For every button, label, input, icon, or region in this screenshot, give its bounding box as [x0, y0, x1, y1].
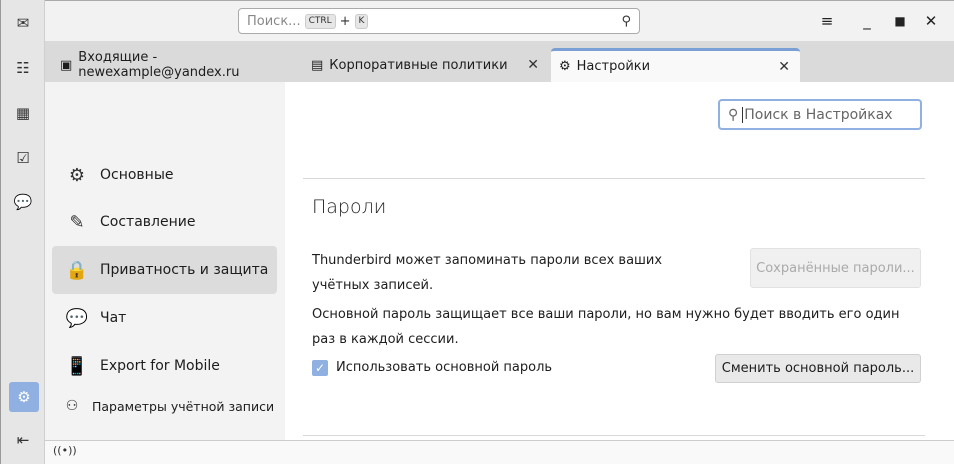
nav-item-compose[interactable]: ✎ Составление	[52, 198, 277, 246]
online-status-icon[interactable]: ((•))	[53, 444, 77, 457]
close-window-button[interactable]: ✕	[921, 12, 941, 30]
change-primary-password-button[interactable]: Сменить основной пароль...	[715, 354, 921, 383]
document-icon: ▤	[311, 57, 324, 73]
tab-label: Входящие - newexample@yandex.ru	[78, 50, 240, 80]
use-primary-password-checkbox[interactable]: ✓	[312, 360, 328, 376]
settings-search-placeholder: Поиск в Настройках	[742, 106, 893, 123]
nav-item-account-settings[interactable]: ⚇ Параметры учётной записи	[52, 384, 277, 428]
kbd-ctrl: CTRL	[304, 13, 336, 29]
gear-icon: ⚙	[559, 59, 571, 74]
spaces-toolbar: ✉ ☷ ▦ ☑ 💬 ⚙ ⇤	[0, 0, 45, 464]
mobile-export-icon: 📱	[65, 355, 89, 377]
pencil-icon: ✎	[69, 211, 85, 233]
divider	[303, 178, 925, 179]
gear-icon: ⚙	[68, 164, 86, 186]
tasks-icon[interactable]: ☑	[12, 147, 34, 169]
close-tab-icon[interactable]: ✕	[778, 59, 790, 75]
chat-icon: 💬	[65, 307, 89, 329]
account-icon: ⚇	[65, 398, 79, 414]
nav-label: Приватность и защита	[100, 262, 269, 278]
use-primary-password-label[interactable]: Использовать основной пароль	[336, 360, 552, 375]
settings-search-input[interactable]: ⚲ Поиск в Настройках	[718, 99, 922, 130]
saved-passwords-button[interactable]: Сохранённые пароли...	[750, 248, 921, 288]
menu-icon[interactable]: ≡	[817, 12, 837, 30]
mail-icon[interactable]: ✉	[12, 12, 34, 34]
minimize-button[interactable]: _	[857, 12, 877, 30]
nav-label: Основные	[100, 167, 174, 183]
chat-icon[interactable]: 💬	[12, 191, 34, 213]
tab-label: Настройки	[576, 59, 651, 74]
primary-password-description: Основной пароль защищает все ваши пароли…	[312, 307, 900, 347]
inbox-icon: ▣	[60, 57, 73, 73]
nav-label: Параметры учётной записи	[92, 398, 275, 414]
divider	[303, 435, 925, 436]
close-tab-icon[interactable]: ✕	[527, 57, 539, 73]
nav-label: Export for Mobile	[100, 358, 220, 374]
global-search-input[interactable]: Поиск... CTRL + K ⚲	[238, 8, 640, 34]
search-placeholder: Поиск...	[247, 13, 301, 29]
lock-icon: 🔒	[65, 259, 89, 281]
kbd-k: K	[354, 13, 369, 29]
maximize-button[interactable]: ■	[890, 14, 910, 28]
tab-label: Корпоративные политики	[329, 57, 508, 73]
nav-item-chat[interactable]: 💬 Чат	[52, 294, 277, 342]
passwords-description: Thunderbird может запоминать пароли всех…	[312, 253, 663, 293]
nav-item-general[interactable]: ⚙ Основные	[52, 151, 277, 199]
collapse-icon[interactable]: ⇤	[12, 429, 34, 451]
section-title: Пароли	[312, 196, 387, 218]
tab-policies[interactable]: ▤ Корпоративные политики ✕	[303, 48, 549, 82]
tab-settings[interactable]: ⚙ Настройки ✕	[551, 48, 800, 82]
address-book-icon[interactable]: ☷	[12, 57, 34, 79]
search-icon: ⚲	[728, 106, 739, 123]
kbd-plus: +	[339, 13, 351, 29]
nav-label: Чат	[100, 310, 127, 326]
search-icon: ⚲	[621, 13, 631, 29]
calendar-icon[interactable]: ▦	[12, 102, 34, 124]
settings-nav: ⚙ Основные ✎ Составление 🔒 Приватность и за…	[45, 82, 285, 440]
nav-item-privacy[interactable]: 🔒 Приватность и защита	[52, 246, 277, 294]
nav-label: Составление	[100, 214, 196, 230]
tab-inbox[interactable]: ▣ Входящие - newexample@yandex.ru	[52, 48, 300, 82]
nav-item-export-mobile[interactable]: 📱 Export for Mobile	[52, 342, 277, 390]
settings-gear-icon[interactable]: ⚙	[9, 382, 39, 412]
status-bar: ((•))	[45, 440, 954, 464]
